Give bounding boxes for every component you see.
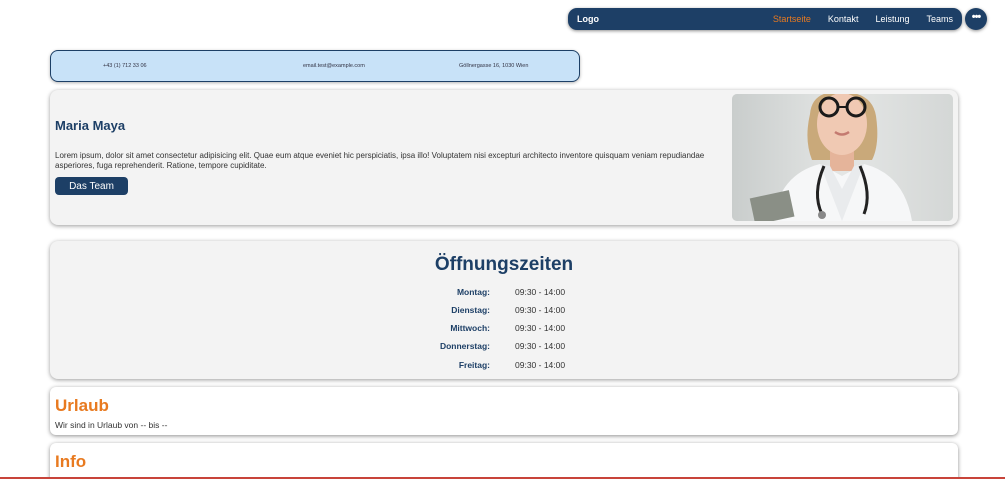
hours-day: Freitag: [458, 360, 490, 370]
vacation-text: Wir sind in Urlaub von -- bis -- [55, 420, 168, 430]
hours-time: 09:30 - 14:00 [515, 360, 566, 370]
hours-time: 09:30 - 14:00 [515, 341, 566, 351]
hours-row: Donnerstag: 09:30 - 14:00 [50, 341, 958, 353]
hero-name: Maria Maya [55, 118, 126, 133]
nav-link-leistung[interactable]: Leistung [875, 14, 909, 24]
hours-row: Freitag: 09:30 - 14:00 [50, 360, 958, 372]
contact-phone[interactable]: +43 (1) 712 33 06 [103, 63, 147, 69]
hours-day: Donnerstag: [439, 341, 490, 351]
hours-time: 09:30 - 14:00 [515, 323, 566, 333]
nav-link-startseite[interactable]: Startseite [773, 14, 811, 24]
opening-hours-card: Öffnungszeiten Montag: 09:30 - 14:00 Die… [50, 241, 958, 379]
nav-links: Startseite Kontakt Leistung Teams [773, 14, 953, 24]
hours-row: Montag: 09:30 - 14:00 [50, 287, 958, 299]
doctor-photo [732, 94, 953, 221]
hours-time: 09:30 - 14:00 [515, 305, 566, 315]
contact-email[interactable]: email.test@example.com [303, 63, 365, 69]
contact-bar: +43 (1) 712 33 06 email.test@example.com… [50, 50, 580, 82]
hours-row: Dienstag: 09:30 - 14:00 [50, 305, 958, 317]
more-horizontal-icon: ••• [971, 11, 982, 23]
hero-description: Lorem ipsum, dolor sit amet consectetur … [55, 151, 705, 170]
hours-day: Montag: [456, 287, 490, 297]
hours-time: 09:30 - 14:00 [515, 287, 566, 297]
nav-link-teams[interactable]: Teams [926, 14, 953, 24]
contact-address: Göllnergasse 16, 1030 Wien [459, 63, 529, 69]
nav-link-kontakt[interactable]: Kontakt [828, 14, 859, 24]
logo[interactable]: Logo [577, 14, 599, 24]
info-title: Info [55, 452, 87, 471]
vacation-title: Urlaub [55, 396, 109, 415]
opening-hours-title: Öffnungszeiten [434, 254, 574, 275]
hero-card: Maria Maya Lorem ipsum, dolor sit amet c… [50, 90, 958, 225]
top-navbar: Logo Startseite Kontakt Leistung Teams [568, 8, 962, 30]
vacation-card: Urlaub Wir sind in Urlaub von -- bis -- [50, 387, 958, 435]
hours-row: Mittwoch: 09:30 - 14:00 [50, 323, 958, 335]
more-menu-button[interactable]: ••• [965, 8, 987, 30]
hours-day: Mittwoch: [450, 323, 490, 333]
team-button[interactable]: Das Team [55, 177, 128, 195]
info-card: Info [50, 443, 958, 479]
hours-day: Dienstag: [451, 305, 490, 315]
